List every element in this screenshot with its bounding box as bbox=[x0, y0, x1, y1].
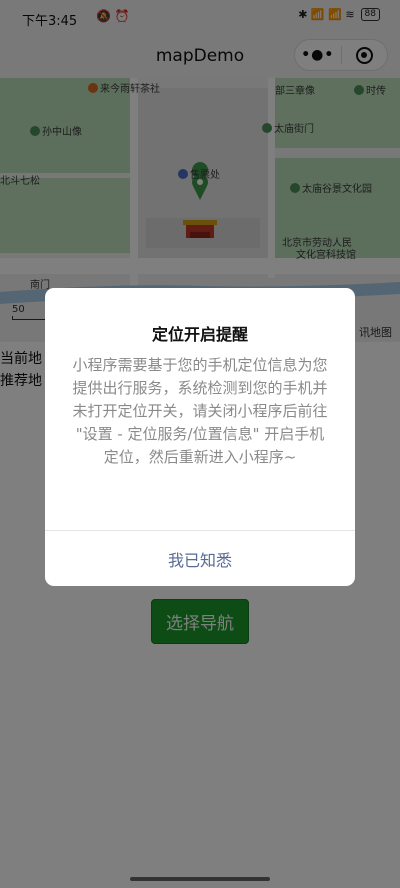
dialog-title: 定位开启提醒 bbox=[151, 325, 248, 344]
home-indicator[interactable] bbox=[130, 877, 270, 881]
dialog-confirm-button[interactable]: 我已知悉 bbox=[45, 531, 355, 586]
location-alert-dialog: 定位开启提醒 小程序需要基于您的手机定位信息为您提供出行服务，系统检测到您的手机… bbox=[45, 288, 355, 586]
dialog-content: 小程序需要基于您的手机定位信息为您提供出行服务，系统检测到您的手机并未打开定位开… bbox=[72, 356, 328, 466]
